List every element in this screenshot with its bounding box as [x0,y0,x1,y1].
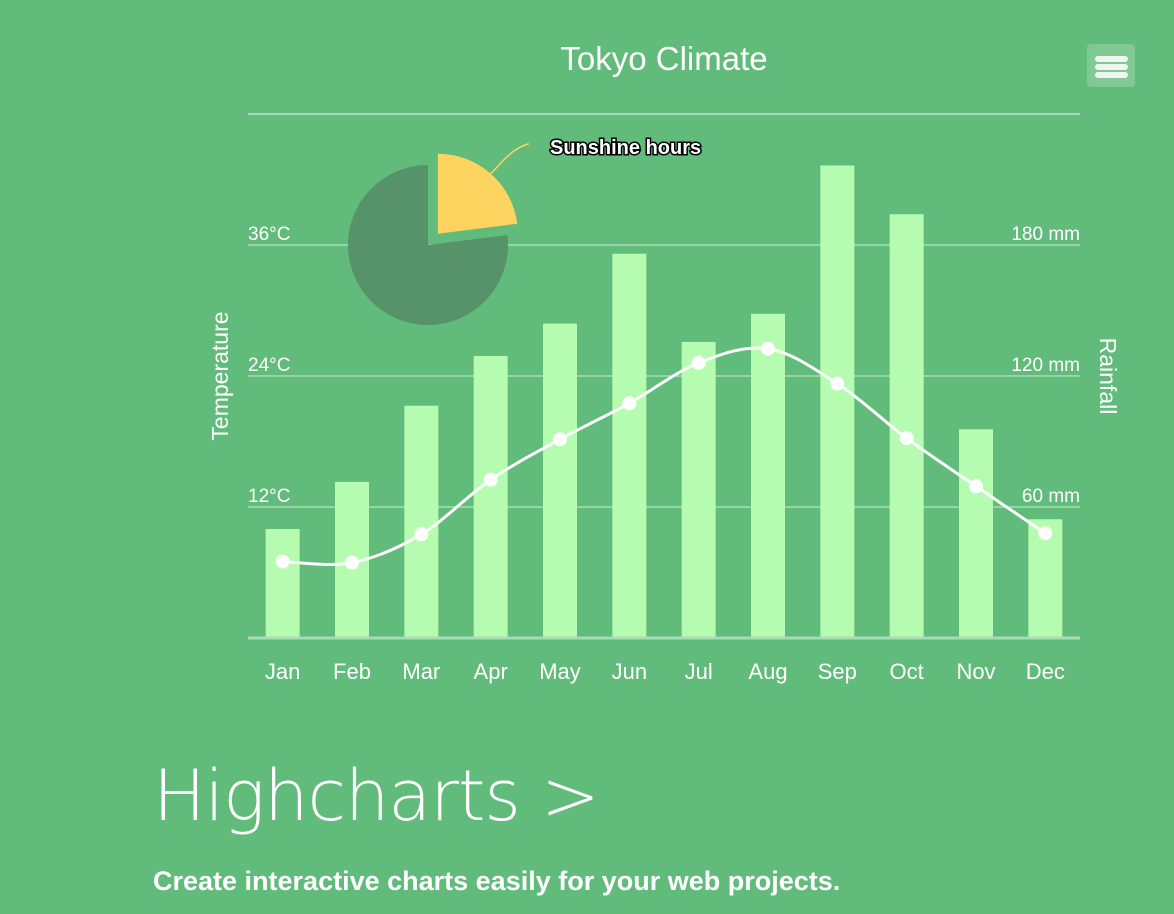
hero-tagline: Create interactive charts easily for you… [153,866,841,896]
rainfall-bar [889,214,924,638]
temperature-point [622,396,637,411]
hamburger-line [1095,64,1128,70]
temperature-point [275,554,290,569]
temperature-point [691,355,706,370]
rainfall-bar [543,323,577,638]
hamburger-line [1095,72,1128,78]
rainfall-bar [404,405,439,638]
y-right-tick-label: 60 mm [1022,486,1080,507]
temperature-point [553,432,567,447]
temperature-point [414,527,429,542]
pie-data-label: Sunshine hours [550,137,701,159]
x-tick-label: Oct [890,659,924,684]
rainfall-bar [265,529,300,638]
y-right-tick-label: 120 mm [1011,355,1080,376]
chart-menu-button[interactable] [1087,44,1135,87]
x-tick-label: Feb [333,659,371,684]
x-tick-label: May [539,659,581,684]
pie-connector [490,143,530,175]
x-tick-label: Jan [265,659,300,684]
x-tick-label: Nov [956,659,995,684]
x-tick-label: Apr [474,659,508,684]
y-left-tick-label: 24°C [248,355,290,376]
temperature-point [1038,526,1053,541]
temperature-point [969,479,983,494]
y-left-tick-label: 12°C [248,486,290,507]
temperature-line [282,346,1047,566]
rainfall-bar [473,355,508,638]
x-tick-label: Jul [685,659,713,684]
temperature-point [899,431,914,446]
rainfall-bar [751,313,785,638]
rainfall-bar [612,253,647,638]
temperature-point [345,555,359,570]
rainfall-bar [820,165,855,638]
x-tick-label: Dec [1026,659,1065,684]
chart-title: Tokyo Climate [560,40,767,77]
y-left-axis-title: Temperature [207,311,233,440]
rainfall-bar [959,429,993,638]
x-tick-label: Aug [748,659,787,684]
x-tick-label: Jun [612,659,647,684]
chart: Tokyo Climate 12°C 24°C 36°C 60 mm 120 mm 180 … [207,40,1121,684]
temperature-point [761,341,775,356]
temperature-point [483,472,498,487]
y-right-axis-title: Rainfall [1095,338,1121,415]
y-left-tick-label: 36°C [248,224,290,245]
rainfall-bar [681,341,716,638]
hero-title-link[interactable]: Highcharts > [153,755,600,837]
temperature-point [830,376,845,391]
hamburger-menu-icon [1095,56,1128,62]
pie-slice [437,153,518,234]
x-tick-label: Sep [818,659,857,684]
x-tick-label: Mar [402,659,440,684]
y-right-tick-label: 180 mm [1011,224,1080,245]
